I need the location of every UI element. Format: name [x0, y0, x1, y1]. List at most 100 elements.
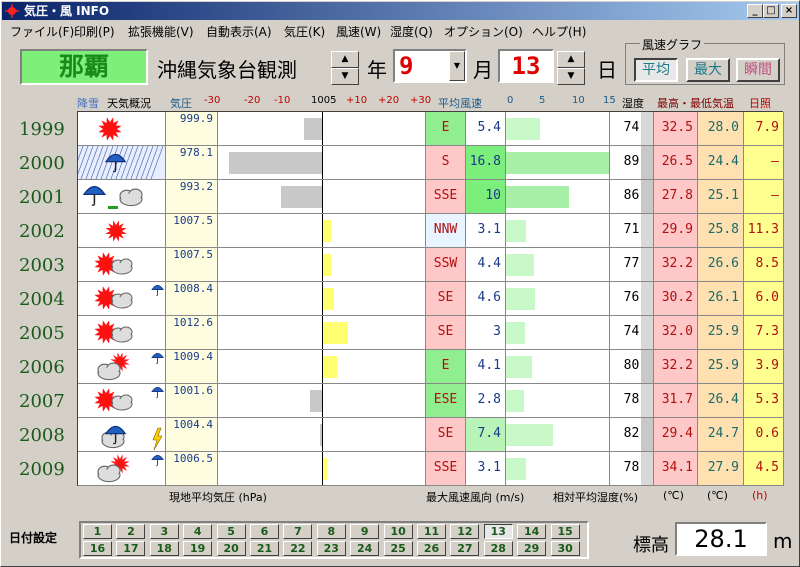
day-button[interactable]: 29 [517, 541, 547, 556]
pressure-bar [322, 356, 338, 378]
menu-item[interactable]: ファイル(F) [10, 23, 74, 40]
weather-icon [94, 320, 133, 344]
table-row: 999.9 E 5.4 74 32.5 28.0 7.9 [78, 112, 784, 146]
year-up-arrow-icon[interactable]: ▲ [331, 51, 359, 68]
wind-bar-cell [506, 146, 610, 179]
day-button[interactable]: 26 [417, 541, 446, 556]
wind-speed-cell-value: 4.1 [477, 358, 501, 373]
day-button[interactable]: 28 [483, 541, 513, 556]
pressure-scale-tick: -20 [244, 95, 261, 106]
pressure-scale-tick: +30 [410, 95, 432, 106]
day-button[interactable]: 20 [216, 541, 246, 556]
day-button[interactable]: 16 [83, 541, 112, 556]
sunshine-cell-value: 5.3 [755, 392, 779, 407]
pressure-bar-cell [218, 180, 426, 213]
pressure-axis-line [322, 248, 323, 281]
day-button[interactable]: 18 [149, 541, 179, 556]
month-value: 9 [399, 52, 414, 80]
menu-item[interactable]: 印刷(P) [74, 23, 115, 40]
humidity-cell-value: 89 [623, 154, 640, 169]
day-button[interactable]: 22 [283, 541, 313, 556]
day-down-arrow-icon[interactable]: ▼ [557, 68, 585, 85]
wind-graph-group: 風速グラフ 平均 最大 瞬間 [625, 36, 785, 85]
footer-sunshine-unit: (h) [752, 489, 768, 502]
menu-item[interactable]: ヘルプ(H) [532, 23, 586, 40]
altitude-unit: m [773, 529, 793, 553]
day-button[interactable]: 5 [216, 524, 246, 539]
minimize-button[interactable]: _ [747, 4, 763, 18]
day-button[interactable]: 25 [383, 541, 413, 556]
wind-mode-gust-button[interactable]: 瞬間 [736, 58, 780, 82]
day-display[interactable]: 13 [498, 49, 554, 83]
footer-tmax-unit: (℃) [663, 489, 684, 502]
day-button[interactable]: 9 [350, 524, 380, 539]
day-button[interactable]: 13 [483, 524, 513, 539]
temp-min-cell: 24.4 [698, 146, 744, 179]
maximize-button[interactable]: □ [763, 4, 779, 18]
wind-mode-average-button[interactable]: 平均 [634, 58, 678, 82]
day-button[interactable]: 6 [250, 524, 279, 539]
menu-item[interactable]: 気圧(K) [284, 23, 325, 40]
pressure-bar [322, 322, 349, 344]
title-bar: 気圧・風 INFO _ □ × [2, 2, 799, 20]
weather-cell [78, 282, 166, 315]
day-button[interactable]: 23 [316, 541, 346, 556]
menu-item[interactable]: 拡張機能(V) [128, 23, 194, 40]
day-button[interactable]: 24 [350, 541, 380, 556]
station-display[interactable]: 那覇 [20, 49, 148, 85]
day-button[interactable]: 11 [417, 524, 446, 539]
year-spinner[interactable]: ▲ ▼ [331, 51, 359, 85]
temp-max-cell-value: 32.2 [661, 256, 693, 271]
pressure-axis-line [322, 180, 323, 213]
day-button[interactable]: 17 [116, 541, 146, 556]
year-label: 2002 [19, 221, 65, 242]
wind-direction-cell-value: E [441, 358, 450, 373]
humidity-cell-value: 74 [623, 120, 640, 135]
close-button[interactable]: × [781, 4, 797, 18]
menu-item[interactable]: 自動表示(A) [206, 23, 272, 40]
month-select[interactable]: 9 ▼ [393, 49, 467, 83]
pressure-bar-cell [218, 146, 426, 179]
weather-cell [78, 112, 166, 145]
day-button[interactable]: 4 [183, 524, 213, 539]
day-button[interactable]: 3 [149, 524, 179, 539]
sunshine-cell: 7.9 [744, 112, 784, 145]
day-spinner[interactable]: ▲ ▼ [557, 51, 585, 85]
wind-speed-cell-value: 4.6 [477, 290, 501, 305]
chevron-down-icon[interactable]: ▼ [449, 51, 465, 81]
humidity-cell-value: 86 [623, 188, 640, 203]
temp-max-cell: 27.8 [654, 180, 698, 213]
year-label: 2001 [19, 187, 65, 208]
wind-direction-cell-value: SE [437, 290, 454, 305]
day-button[interactable]: 8 [316, 524, 346, 539]
wind-mode-max-button[interactable]: 最大 [686, 58, 730, 82]
day-button[interactable]: 14 [517, 524, 547, 539]
menu-item[interactable]: 風速(W) [336, 23, 381, 40]
year-down-arrow-icon[interactable]: ▼ [331, 68, 359, 85]
pressure-cell: 993.2 [166, 180, 218, 213]
day-button[interactable]: 19 [183, 541, 213, 556]
wind-speed-cell-value: 2.8 [477, 392, 501, 407]
pressure-bar [322, 254, 331, 276]
wind-speed-cell-value: 5.4 [477, 120, 501, 135]
pressure-scale-tick: -30 [204, 95, 221, 106]
humidity-cell-value: 74 [623, 324, 640, 339]
menu-item[interactable]: 湿度(Q) [390, 23, 433, 40]
humidity-cell: 78 [610, 452, 654, 485]
year-label: 1999 [19, 119, 65, 140]
day-button[interactable]: 15 [550, 524, 580, 539]
humidity-cell-value: 80 [623, 358, 640, 373]
day-button[interactable]: 30 [550, 541, 580, 556]
altitude-value: 28.1 [675, 522, 767, 556]
day-button[interactable]: 21 [250, 541, 279, 556]
main-window: 気圧・風 INFO _ □ × ファイル(F) 印刷(P) 拡張機能(V) 自動表示(… [0, 0, 800, 567]
table-row: 1008.4 SE 4.6 76 30.2 26.1 6.0 [78, 282, 784, 316]
day-button[interactable]: 27 [450, 541, 480, 556]
menu-item[interactable]: オプション(O) [444, 23, 523, 40]
day-button[interactable]: 2 [116, 524, 146, 539]
day-button[interactable]: 7 [283, 524, 313, 539]
day-button[interactable]: 10 [383, 524, 413, 539]
day-up-arrow-icon[interactable]: ▲ [557, 51, 585, 68]
day-button[interactable]: 1 [83, 524, 112, 539]
day-button[interactable]: 12 [450, 524, 480, 539]
